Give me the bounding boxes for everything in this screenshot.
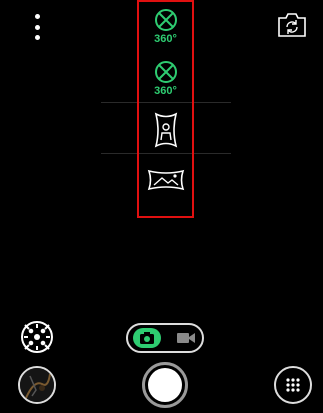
mode-label: 360°: [154, 85, 177, 97]
mode-item-360[interactable]: 360°: [139, 8, 192, 45]
effects-icon[interactable]: [20, 320, 54, 354]
camera-mode-menu: 360° 360°: [137, 0, 194, 218]
landscape-panorama-icon: [147, 169, 184, 191]
mode-item-landscape-panorama[interactable]: [139, 168, 192, 192]
mode-item-360[interactable]: 360°: [139, 60, 192, 97]
camera-icon[interactable]: [133, 328, 161, 348]
sphere-360-icon: [154, 61, 177, 83]
grid-dots-icon[interactable]: [274, 366, 312, 404]
mode-label: 360°: [154, 33, 177, 45]
menu-dot: [34, 14, 40, 19]
switch-camera-icon[interactable]: [276, 12, 308, 38]
menu-dot: [34, 24, 40, 30]
video-icon[interactable]: [172, 328, 200, 348]
sphere-360-icon: [154, 9, 177, 31]
mode-item-portrait-panorama[interactable]: [139, 112, 192, 148]
shutter-inner: [148, 368, 182, 402]
shutter-button[interactable]: [142, 362, 188, 408]
gallery-thumbnail[interactable]: [18, 366, 56, 404]
menu-dot: [34, 35, 40, 40]
portrait-panorama-icon: [154, 112, 177, 148]
photo-video-toggle[interactable]: [126, 323, 204, 353]
more-vertical-icon[interactable]: [30, 14, 44, 40]
